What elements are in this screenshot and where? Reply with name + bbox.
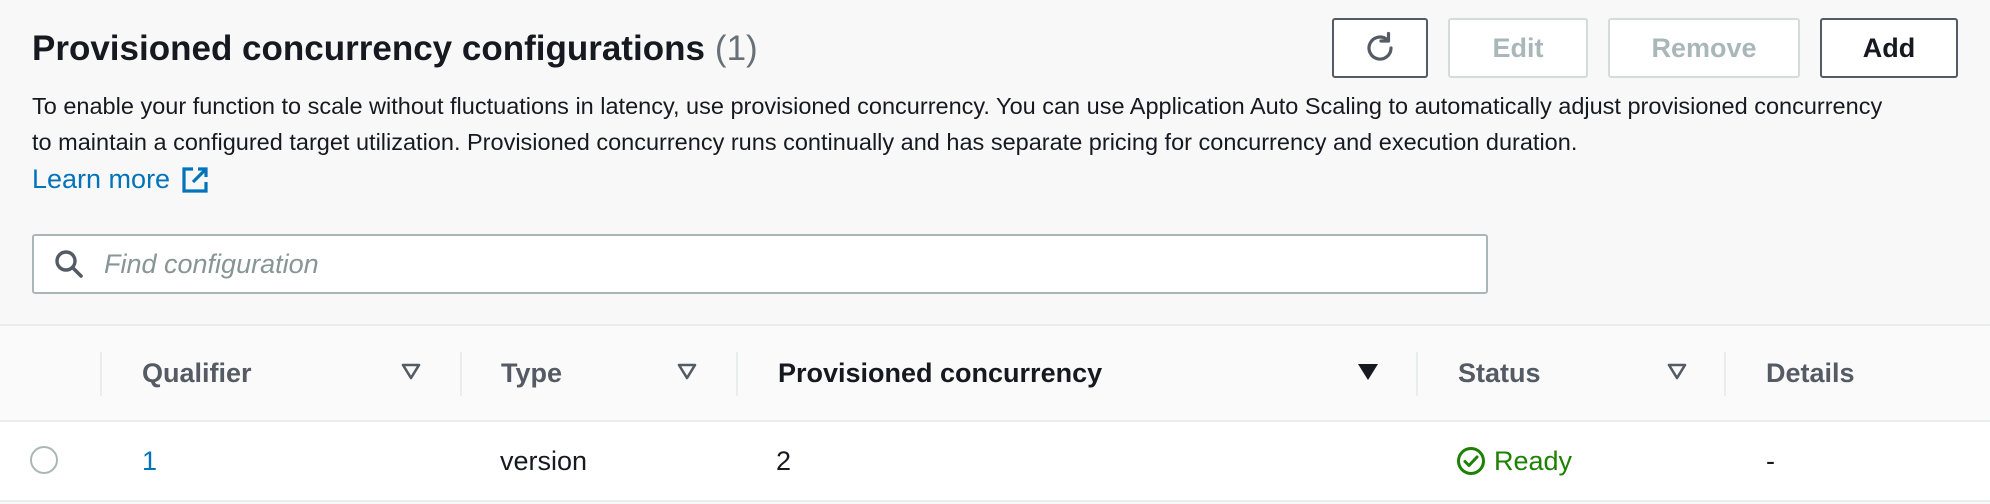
column-header-provisioned-concurrency[interactable]: Provisioned concurrency	[778, 326, 1102, 420]
sort-unsorted-icon[interactable]	[677, 363, 697, 381]
check-circle-icon	[1457, 447, 1485, 475]
cell-status: Ready	[1456, 422, 1572, 500]
sort-unsorted-icon[interactable]	[401, 363, 421, 381]
add-button[interactable]: Add	[1820, 18, 1958, 78]
column-header-details: Details	[1766, 326, 1855, 420]
column-divider[interactable]	[1724, 352, 1726, 396]
column-divider[interactable]	[1416, 352, 1418, 396]
column-divider	[100, 352, 102, 396]
column-divider[interactable]	[736, 352, 738, 396]
status-label: Ready	[1494, 445, 1573, 476]
column-header-type[interactable]: Type	[501, 326, 562, 420]
sort-descending-icon[interactable]	[1357, 363, 1379, 381]
external-link-icon	[182, 166, 208, 193]
refresh-button[interactable]	[1332, 18, 1428, 78]
section-header: Provisioned concurrency configurations (…	[32, 26, 758, 72]
section-title: Provisioned concurrency configurations	[32, 29, 705, 68]
column-header-label: Type	[501, 357, 563, 388]
column-divider[interactable]	[460, 352, 462, 396]
edit-button[interactable]: Edit	[1448, 18, 1588, 78]
learn-more-link[interactable]: Learn more	[32, 164, 210, 195]
sort-unsorted-icon[interactable]	[1667, 363, 1687, 381]
column-header-status[interactable]: Status	[1458, 326, 1541, 420]
search-box	[32, 234, 1488, 294]
section-description: To enable your function to scale without…	[32, 93, 1883, 155]
configurations-table: Qualifier Type Provisioned concurrency S…	[0, 324, 1990, 502]
search-input[interactable]	[104, 248, 1464, 280]
column-header-qualifier[interactable]: Qualifier	[142, 326, 252, 420]
row-select-radio[interactable]	[30, 446, 58, 474]
learn-more-label: Learn more	[32, 164, 171, 194]
column-header-label: Qualifier	[142, 357, 252, 388]
search-icon	[55, 250, 83, 278]
refresh-icon	[1367, 31, 1393, 61]
column-header-label: Provisioned concurrency	[778, 357, 1103, 388]
column-header-label: Details	[1766, 357, 1855, 388]
table-header: Qualifier Type Provisioned concurrency S…	[0, 324, 1990, 422]
cell-type: version	[500, 445, 588, 476]
cell-provisioned-concurrency: 2	[776, 445, 792, 476]
config-count: (1)	[714, 29, 758, 68]
remove-button[interactable]: Remove	[1608, 18, 1800, 78]
qualifier-link[interactable]: 1	[142, 446, 157, 477]
table-row[interactable]: 1 version 2 Ready -	[0, 422, 1990, 502]
cell-details: -	[1766, 445, 1775, 476]
column-header-label: Status	[1458, 357, 1541, 388]
cell-qualifier[interactable]: 1	[142, 422, 157, 500]
toolbar: Edit Remove Add	[1332, 18, 1958, 78]
